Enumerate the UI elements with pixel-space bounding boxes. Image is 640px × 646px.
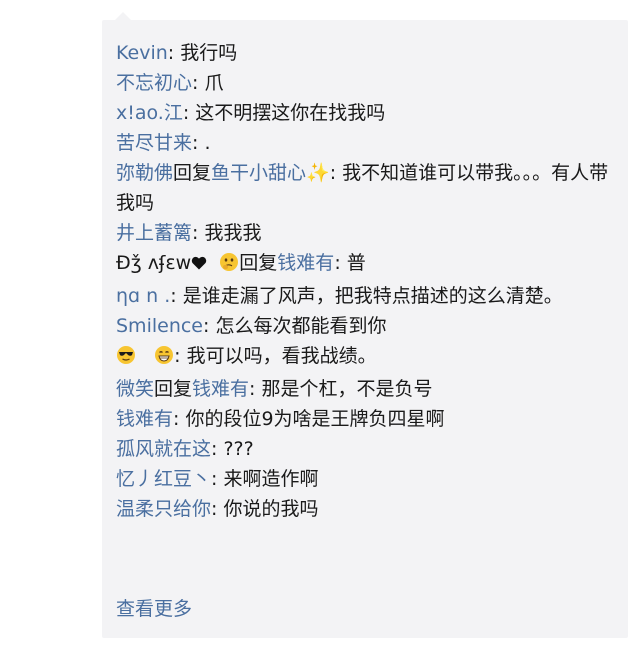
- separator: :: [170, 285, 183, 307]
- comment-username[interactable]: ηɑ n .: [116, 285, 170, 307]
- separator: :: [192, 222, 205, 244]
- separator: :: [174, 345, 187, 367]
- comment-item: 钱难有: 你的段位9为啥是王牌负四星啊: [116, 404, 612, 434]
- separator: :: [211, 468, 224, 490]
- comment-item: Ɖǯ ʌʄɛw 回复钱难有: 普: [116, 248, 612, 281]
- separator: :: [182, 102, 196, 124]
- reply-word: 回复: [173, 162, 212, 184]
- comment-item: 孤风就在这: ???: [116, 434, 612, 464]
- comment-item: 忆丿红豆丶: 来啊造作啊: [116, 464, 612, 494]
- separator: :: [329, 162, 343, 184]
- comment-username[interactable]: 微笑: [116, 378, 154, 400]
- comment-text: 我行吗: [180, 42, 238, 64]
- black-heart-icon: [192, 256, 207, 270]
- comment-list: Kevin: 我行吗 不忘初心: 爪 x!ao.江: 这不明摆这你在找我吗 苦尽…: [116, 38, 612, 524]
- grinning-face-icon[interactable]: [154, 344, 174, 374]
- comment-item: ηɑ n .: 是谁走漏了风声，把我特点描述的这么清楚。: [116, 281, 612, 311]
- comment-item: 微笑回复钱难有: 那是个杠，不是负号: [116, 374, 612, 404]
- comment-text: 来啊造作啊: [223, 468, 319, 490]
- comment-item: 井上蓄篱: 我我我: [116, 218, 612, 248]
- reply-target-username[interactable]: 鱼干小甜心: [211, 162, 306, 184]
- comment-username[interactable]: 弥勒佛: [116, 162, 173, 184]
- comment-username[interactable]: 孤风就在这: [116, 438, 211, 460]
- comment-text: 是谁走漏了风声，把我特点描述的这么清楚。: [182, 285, 563, 307]
- comment-item: Smilence: 怎么每次都能看到你: [116, 311, 612, 341]
- sunglasses-face-icon[interactable]: [116, 344, 136, 374]
- comment-text: 那是个杠，不是负号: [261, 378, 433, 400]
- sparkles-icon: ✨: [306, 162, 330, 184]
- comment-text: 这不明摆这你在找我吗: [195, 102, 386, 124]
- reply-target-username[interactable]: 钱难有: [192, 378, 249, 400]
- comment-item: 苦尽甘来: .: [116, 128, 612, 158]
- reply-word: 回复: [154, 378, 193, 400]
- comment-text: 你的段位9为啥是王牌负四星啊: [185, 408, 445, 430]
- comment-username[interactable]: 钱难有: [116, 408, 173, 430]
- reply-word: 回复: [239, 252, 278, 274]
- comment-text: ???: [223, 438, 254, 460]
- comment-username[interactable]: Smilence: [116, 315, 203, 337]
- comment-item: 不忘初心: 爪: [116, 68, 612, 98]
- separator: :: [211, 438, 224, 460]
- separator: :: [173, 408, 186, 430]
- comment-username[interactable]: 井上蓄篱: [116, 222, 192, 244]
- thinking-face-icon: [219, 251, 239, 281]
- separator: :: [211, 498, 224, 520]
- separator: :: [334, 252, 347, 274]
- comment-text: 我可以吗，看我战绩。: [186, 345, 377, 367]
- comment-username[interactable]: 温柔只给你: [116, 498, 211, 520]
- comment-text: 普: [346, 252, 366, 274]
- comment-item: : 我可以吗，看我战绩。: [116, 341, 612, 374]
- separator: :: [192, 132, 205, 154]
- view-more-link[interactable]: 查看更多: [116, 594, 192, 624]
- comment-text: 我我我: [204, 222, 262, 244]
- comment-item: Kevin: 我行吗: [116, 38, 612, 68]
- comment-text: 怎么每次都能看到你: [215, 315, 387, 337]
- comment-text: .: [204, 132, 211, 154]
- comment-username[interactable]: Ɖǯ ʌʄɛw: [116, 252, 191, 274]
- comment-username[interactable]: x!ao.江: [116, 102, 183, 124]
- comment-item: x!ao.江: 这不明摆这你在找我吗: [116, 98, 612, 128]
- separator: :: [203, 315, 216, 337]
- comment-username[interactable]: 不忘初心: [116, 72, 192, 94]
- comment-text: 爪: [204, 72, 224, 94]
- comment-item: 弥勒佛回复鱼干小甜心✨: 我不知道谁可以带我。。。有人带我吗: [116, 158, 612, 218]
- comment-username[interactable]: 忆丿红豆丶: [116, 468, 211, 490]
- comment-username[interactable]: 苦尽甘来: [116, 132, 192, 154]
- separator: :: [167, 42, 181, 64]
- separator: :: [192, 72, 205, 94]
- comment-text: 你说的我吗: [223, 498, 319, 520]
- comment-item: 温柔只给你: 你说的我吗: [116, 494, 612, 524]
- separator: :: [249, 378, 262, 400]
- comment-username[interactable]: Kevin: [116, 42, 168, 64]
- reply-target-username[interactable]: 钱难有: [277, 252, 334, 274]
